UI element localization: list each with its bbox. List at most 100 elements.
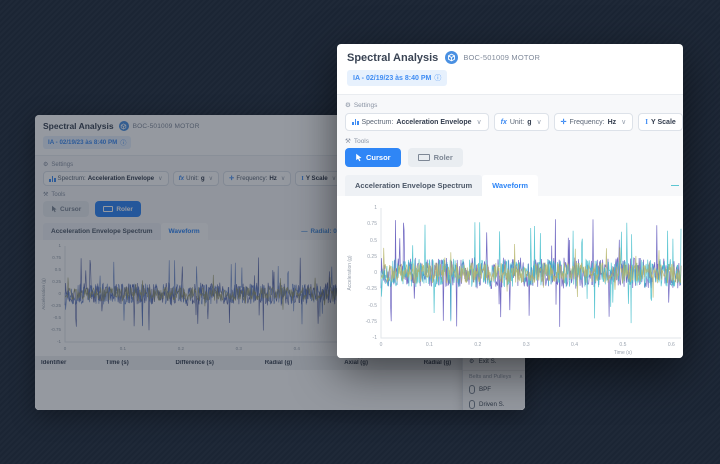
column-header: Difference (s) (169, 360, 258, 366)
column-header: Identifier (35, 360, 100, 366)
axis-tick-label: 1 (337, 205, 377, 211)
bar-chart-icon (352, 119, 359, 125)
axis-tick-label: 0.3 (523, 342, 530, 348)
chevron-down-icon: ∨ (209, 175, 214, 182)
axis-tick-label: 0.4 (294, 346, 300, 351)
info-icon[interactable]: ⓘ (434, 73, 441, 83)
settings-dropdowns: Spectrum: Acceleration Envelope ∨ fx Uni… (345, 113, 675, 131)
chevron-down-icon: ∨ (537, 118, 542, 126)
axis-tick-label: 0.5 (619, 342, 626, 348)
x-axis-label: Time (s) (614, 350, 632, 356)
page-title: Spectral Analysis (43, 121, 114, 131)
settings-label: ⚙ Settings (345, 101, 675, 109)
spectral-analysis-window: Spectral Analysis BOC-501009 MOTOR IA - … (337, 44, 683, 358)
ruler-icon (103, 206, 113, 212)
tab-waveform[interactable]: Waveform (161, 223, 208, 240)
tools-icon: ⚒ (345, 137, 351, 145)
axis-tick-label: 0.1 (120, 346, 126, 351)
chevron-down-icon: ∨ (477, 118, 482, 126)
spectrum-dropdown[interactable]: Spectrum: Acceleration Envelope ∨ (43, 171, 169, 186)
tab-acceleration-envelope-spectrum[interactable]: Acceleration Envelope Spectrum (43, 223, 161, 240)
axis-tick-label: 0.3 (236, 346, 242, 351)
gear-icon: ⚙ (43, 161, 48, 168)
axis-tick-label: 0.25 (337, 254, 377, 260)
asset-cube-icon (119, 121, 129, 131)
app-canvas: Spectral Analysis BOC-501009 MOTOR IA - … (0, 0, 720, 464)
axis-tick-label: 0 (35, 291, 61, 296)
y-scale-dropdown[interactable]: I Y Scale (638, 113, 683, 131)
y-scale-dropdown[interactable]: I Y Scale ∨ (295, 171, 342, 186)
cursor-button[interactable]: Cursor (345, 148, 401, 167)
crosshair-icon: ✛ (229, 175, 234, 182)
waveform-chart[interactable]: 10.750.50.250-0.25-0.5-0.75-100.10.20.30… (337, 196, 683, 358)
tools-buttons: Cursor Roler (345, 148, 675, 167)
chevron-up-icon: ∧ (519, 374, 523, 380)
chevron-down-icon: ∨ (332, 175, 337, 182)
axis-tick-label: 0 (64, 346, 67, 351)
axis-tick-label: -1 (35, 339, 61, 344)
axis-tick-label: 0.25 (35, 279, 61, 284)
frequency-markers-menu: ⚙ Exit S. Belts and Pulleys ∧ BPF Driven… (462, 352, 525, 410)
belt-icon (469, 385, 475, 394)
gear-icon: ⚙ (469, 358, 475, 365)
column-header: Axial (g) (338, 360, 418, 366)
axis-tick-label: 0.4 (571, 342, 578, 348)
panel-header: Spectral Analysis BOC-501009 MOTOR IA - … (337, 44, 683, 94)
menu-item-driven[interactable]: Driven S. (463, 397, 525, 410)
settings-section: ⚙ Settings Spectrum: Acceleration Envelo… (337, 95, 683, 196)
axis-tick-label: 0.75 (337, 221, 377, 227)
cursor-icon (355, 153, 362, 162)
chevron-down-icon: ∨ (158, 175, 163, 182)
page-title: Spectral Analysis (347, 52, 438, 64)
unit-dropdown[interactable]: fx Unit: g ∨ (173, 171, 220, 186)
axis-tick-label: 0 (337, 270, 377, 276)
chevron-down-icon: ∨ (621, 118, 626, 126)
analysis-timestamp-badge[interactable]: IA - 02/19/23 às 8:40 PM ⓘ (43, 136, 131, 149)
axis-tick-label: -0.25 (337, 286, 377, 292)
unit-dropdown[interactable]: fx Unit: g ∨ (494, 113, 549, 131)
fx-icon: fx (501, 119, 507, 126)
analysis-timestamp-badge[interactable]: IA - 02/19/23 às 8:40 PM ⓘ (347, 70, 447, 86)
ruler-button[interactable]: Roler (408, 148, 463, 167)
crosshair-icon: ✛ (561, 118, 567, 126)
axis-tick-label: 1 (35, 243, 61, 248)
cursor-button[interactable]: Cursor (43, 201, 89, 217)
column-header: Time (s) (100, 360, 170, 366)
asset-label: BOC-501009 MOTOR (463, 53, 540, 62)
asset-label: BOC-501009 MOTOR (133, 123, 200, 130)
frequency-dropdown[interactable]: ✛ Frequency: Hz ∨ (223, 171, 291, 186)
ruler-icon (418, 154, 430, 161)
chevron-down-icon: ∨ (281, 175, 286, 182)
tools-label: ⚒ Tools (345, 137, 675, 145)
y-scale-icon: I (301, 175, 303, 182)
bar-chart-icon (49, 176, 56, 182)
y-axis-label: Acceleration (g) (347, 255, 353, 290)
axis-tick-label: 0.2 (178, 346, 184, 351)
fx-icon: fx (179, 175, 185, 182)
waveform-plot (381, 208, 681, 338)
tab-waveform[interactable]: Waveform (482, 175, 538, 196)
tools-icon: ⚒ (43, 191, 48, 198)
menu-group-belts-and-pulleys[interactable]: Belts and Pulleys ∧ (463, 370, 525, 382)
y-axis-label: Acceleration (g) (41, 278, 46, 310)
axis-tick-label: -0.75 (35, 327, 61, 332)
info-icon[interactable]: ⓘ (120, 138, 126, 147)
axis-tick-label: 0.2 (474, 342, 481, 348)
legend-dash-icon: — (671, 181, 679, 190)
results-table-body (35, 370, 525, 410)
belt-icon (469, 400, 475, 409)
axis-tick-label: 0 (380, 342, 383, 348)
cursor-icon (51, 205, 57, 213)
ruler-button[interactable]: Roler (95, 201, 141, 217)
gear-icon: ⚙ (345, 101, 351, 109)
axis-tick-label: -0.25 (35, 303, 61, 308)
tab-acceleration-envelope-spectrum[interactable]: Acceleration Envelope Spectrum (345, 175, 482, 196)
spectrum-dropdown[interactable]: Spectrum: Acceleration Envelope ∨ (345, 113, 489, 131)
axis-tick-label: -0.75 (337, 319, 377, 325)
axis-tick-label: -0.5 (35, 315, 61, 320)
frequency-dropdown[interactable]: ✛ Frequency: Hz ∨ (554, 113, 634, 131)
menu-item-bpf[interactable]: BPF (463, 382, 525, 397)
legend-dash-icon: — (301, 228, 307, 235)
y-scale-icon: I (645, 118, 648, 126)
axis-tick-label: 0.1 (426, 342, 433, 348)
